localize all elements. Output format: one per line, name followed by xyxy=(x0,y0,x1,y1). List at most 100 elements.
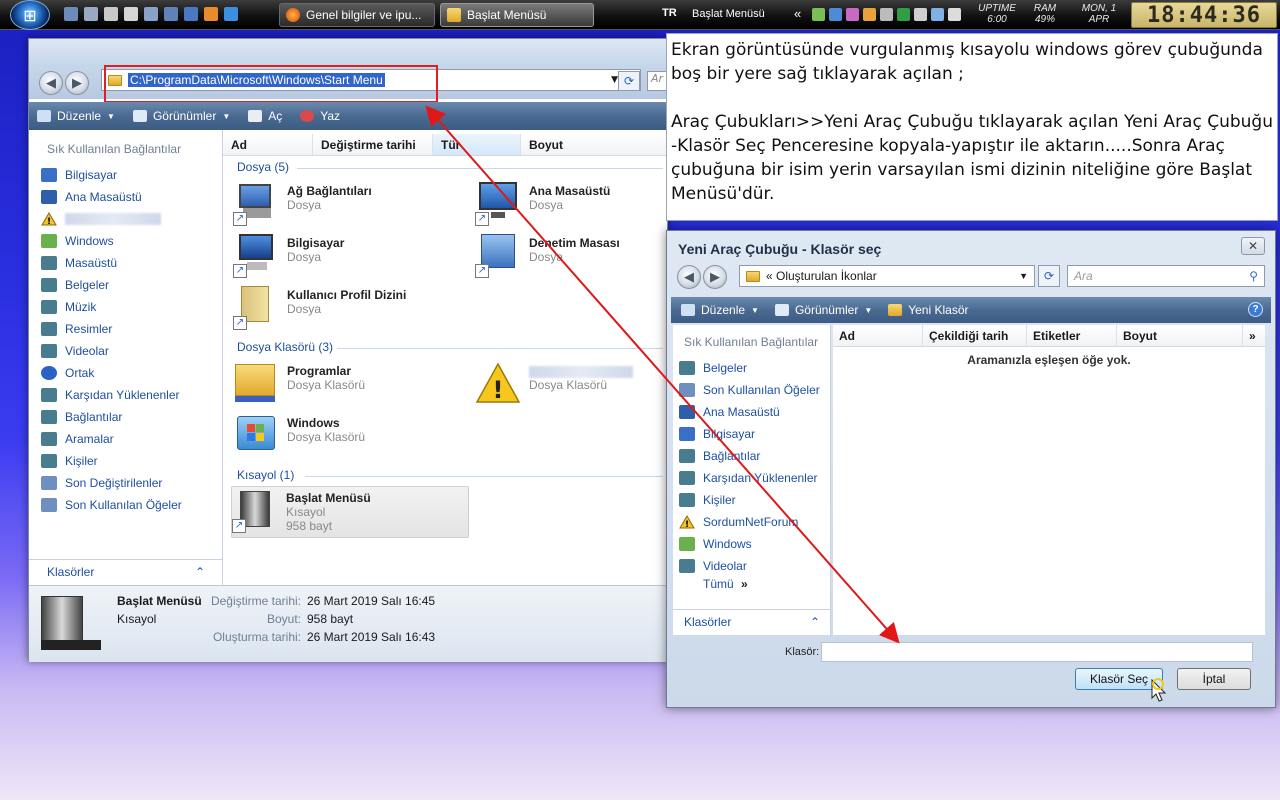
nav-item[interactable]: Windows xyxy=(41,230,182,252)
group-header-shortcuts[interactable]: Kısayol (1) xyxy=(237,468,294,482)
address-dropdown-icon[interactable]: ▼ xyxy=(1019,271,1028,281)
back-button[interactable]: ◀ xyxy=(677,265,701,289)
toolbar-chevron-icon[interactable]: « xyxy=(794,6,801,36)
nav-item[interactable]: Ortak xyxy=(41,362,182,384)
quicklaunch-icon[interactable] xyxy=(104,7,118,21)
print-button[interactable]: Yaz xyxy=(300,109,340,123)
nav-item[interactable]: Videolar xyxy=(41,340,182,362)
nav-item[interactable]: Videolar xyxy=(679,555,820,577)
back-button[interactable]: ◀ xyxy=(39,71,63,95)
nav-item[interactable]: Karşıdan Yüklenenler xyxy=(41,384,182,406)
folders-toggle[interactable]: Klasörler ⌃ xyxy=(673,609,831,633)
new-folder-button[interactable]: Yeni Klasör xyxy=(888,303,969,317)
forward-button[interactable]: ▶ xyxy=(703,265,727,289)
select-folder-button[interactable]: Klasör Seç xyxy=(1075,668,1163,690)
quicklaunch-icon[interactable] xyxy=(164,7,178,21)
tray-icon[interactable] xyxy=(846,8,859,21)
favorite-links-list: Bilgisayar Ana Masaüstü! Windows Masaüstü Be… xyxy=(41,164,182,516)
tray-icon[interactable] xyxy=(897,8,910,21)
quicklaunch-icon[interactable] xyxy=(124,7,138,21)
nav-item[interactable]: Ana Masaüstü xyxy=(41,186,182,208)
open-button[interactable]: Aç xyxy=(248,109,282,123)
tray-icon[interactable] xyxy=(829,8,842,21)
folders-toggle[interactable]: Klasörler ⌃ xyxy=(29,559,223,583)
column-header-date-taken[interactable]: Çekildiği tarih xyxy=(923,325,1027,346)
nav-item[interactable]: Bilgisayar xyxy=(679,423,820,445)
column-header-size[interactable]: Boyut xyxy=(521,134,669,155)
file-item-windows[interactable]: Windows Dosya Klasörü xyxy=(233,412,463,460)
help-icon[interactable]: ? xyxy=(1248,302,1263,317)
nav-item[interactable]: Bağlantılar xyxy=(41,406,182,428)
nav-item[interactable]: Kişiler xyxy=(679,489,820,511)
tray-icon[interactable] xyxy=(863,8,876,21)
file-name: Ağ Bağlantıları xyxy=(287,184,372,198)
nav-item[interactable]: Bağlantılar xyxy=(679,445,820,467)
taskbar-button-firefox[interactable]: Genel bilgiler ve ipu... xyxy=(279,3,435,27)
clock-display[interactable]: 18:44:36 xyxy=(1131,2,1277,28)
refresh-button[interactable]: ⟳ xyxy=(618,71,640,91)
links-icon xyxy=(41,410,57,424)
column-header-name[interactable]: Ad xyxy=(833,325,923,346)
file-item-programs[interactable]: Programlar Dosya Klasörü xyxy=(233,360,463,408)
column-header-tags[interactable]: Etiketler xyxy=(1027,325,1117,346)
windows-folder-icon xyxy=(679,537,695,551)
refresh-button[interactable]: ⟳ xyxy=(1038,265,1060,287)
group-header-files[interactable]: Dosya (5) xyxy=(237,160,289,174)
taskbar-button-explorer[interactable]: Başlat Menüsü xyxy=(440,3,594,27)
address-bar[interactable]: « Oluşturulan İkonlar ▼ xyxy=(739,265,1035,287)
quicklaunch-icon[interactable] xyxy=(64,7,78,21)
show-all-link[interactable]: Tümü » xyxy=(703,577,748,591)
taskbar: ⊞ Genel bilgiler ve ipu... Başlat Menüsü… xyxy=(0,0,1280,30)
more-columns-icon[interactable]: » xyxy=(1243,325,1265,346)
file-item-user-profile[interactable]: ↗ Kullanıcı Profil Dizini Dosya xyxy=(233,284,463,332)
file-name: Ana Masaüstü xyxy=(529,184,611,198)
start-button[interactable]: ⊞ xyxy=(10,0,50,30)
nav-item[interactable]: Son Kullanılan Öğeler xyxy=(41,494,182,516)
group-header-folders[interactable]: Dosya Klasörü (3) xyxy=(237,340,333,354)
nav-item[interactable]: Windows xyxy=(679,533,820,555)
folder-input[interactable] xyxy=(821,642,1253,662)
quicklaunch-icon[interactable] xyxy=(224,7,238,21)
column-header-size[interactable]: Boyut xyxy=(1117,325,1243,346)
nav-item[interactable]: Kişiler xyxy=(41,450,182,472)
tray-icon[interactable] xyxy=(880,8,893,21)
quicklaunch-icon[interactable] xyxy=(184,7,198,21)
file-item-network[interactable]: ↗ Ağ Bağlantıları Dosya xyxy=(233,180,463,228)
network-icon[interactable] xyxy=(931,8,944,21)
nav-item[interactable]: Bilgisayar xyxy=(41,164,182,186)
address-dropdown-icon[interactable]: ▼ xyxy=(611,75,618,85)
tray-icon[interactable] xyxy=(914,8,927,21)
nav-item[interactable]: Resimler xyxy=(41,318,182,340)
tray-icon[interactable] xyxy=(812,8,825,21)
cancel-button[interactable]: İptal xyxy=(1177,668,1251,690)
nav-item[interactable]: Masaüstü xyxy=(41,252,182,274)
forward-button[interactable]: ▶ xyxy=(65,71,89,95)
organize-button[interactable]: Düzenle ▼ xyxy=(37,109,115,123)
column-header-modified[interactable]: Değiştirme tarihi xyxy=(313,134,433,155)
nav-item[interactable]: Son Değiştirilenler xyxy=(41,472,182,494)
quicklaunch-icon[interactable] xyxy=(144,7,158,21)
nav-item[interactable]: Belgeler xyxy=(41,274,182,296)
volume-icon[interactable] xyxy=(948,8,961,21)
column-header-type[interactable]: Tür xyxy=(433,134,521,155)
organize-button[interactable]: Düzenle ▼ xyxy=(681,303,759,317)
folder-list: Ad Çekildiği tarih Etiketler Boyut » Ara… xyxy=(833,325,1265,635)
nav-item[interactable]: Karşıdan Yüklenenler xyxy=(679,467,820,489)
nav-item[interactable]: Aramalar xyxy=(41,428,182,450)
views-button[interactable]: Görünümler ▼ xyxy=(774,303,872,317)
quicklaunch-icon[interactable] xyxy=(84,7,98,21)
search-placeholder: Ara xyxy=(1074,269,1093,283)
nav-item[interactable]: ! SordumNetForum xyxy=(679,511,820,533)
file-item-computer[interactable]: ↗ Bilgisayar Dosya xyxy=(233,232,463,280)
views-button[interactable]: Görünümler ▼ xyxy=(132,109,230,123)
close-button[interactable]: ✕ xyxy=(1241,237,1265,255)
nav-item[interactable]: Müzik xyxy=(41,296,182,318)
nav-item[interactable]: Son Kullanılan Öğeler xyxy=(679,379,820,401)
nav-item[interactable]: ! xyxy=(41,208,182,230)
nav-item[interactable]: Belgeler xyxy=(679,357,820,379)
file-item-start-menu[interactable]: ↗ Başlat Menüsü Kısayol 958 bayt xyxy=(231,486,469,538)
search-input[interactable]: Ara ⚲ xyxy=(1067,265,1265,287)
column-header-name[interactable]: Ad xyxy=(223,134,313,155)
quicklaunch-icon[interactable] xyxy=(204,7,218,21)
nav-item[interactable]: Ana Masaüstü xyxy=(679,401,820,423)
